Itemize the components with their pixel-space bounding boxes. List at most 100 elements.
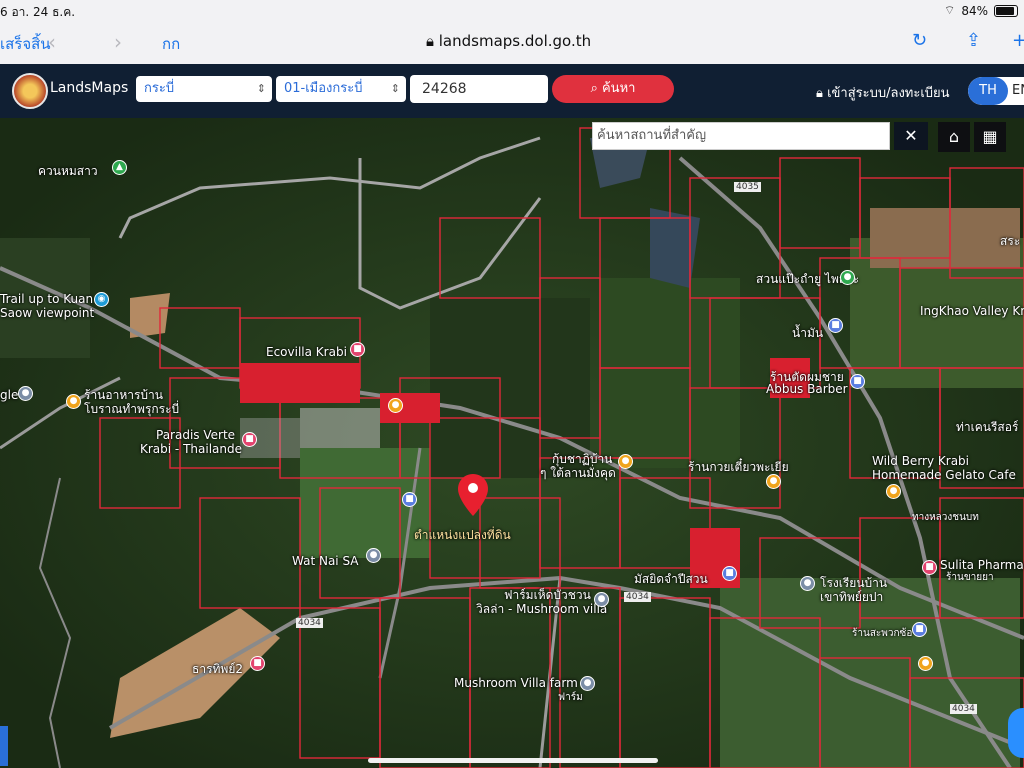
map-label: Saow viewpoint — [0, 306, 95, 320]
language-toggle[interactable]: TH EN — [968, 77, 1024, 105]
hotel-icon[interactable]: ■ — [242, 432, 257, 447]
map-label: Abbus Barber — [766, 382, 848, 396]
parcel-number-input[interactable]: 24268 — [410, 75, 548, 103]
map-label: ทางหลวงชนบท — [912, 512, 979, 523]
gas-station-icon[interactable]: ■ — [828, 318, 843, 333]
province-value: กระบี่ — [144, 81, 175, 96]
district-value: 01-เมืองกระบี่ — [284, 81, 363, 96]
school-icon[interactable]: ● — [800, 576, 815, 591]
map-label: โบราณทำพรุกระบี่ — [84, 402, 180, 416]
chevron-updown-icon: ⇕ — [256, 82, 266, 95]
map-label: วิลล่า - Mushroom villa — [476, 602, 608, 616]
map-label: มัสยิดจำปีสวน — [634, 572, 708, 586]
home-button[interactable]: ⌂ — [938, 122, 970, 152]
cafe-icon[interactable]: ● — [886, 484, 901, 499]
reader-text-button[interactable]: กก — [162, 32, 180, 56]
map-label: สระ — [1000, 234, 1021, 248]
landmark-search-input[interactable]: ค้นหาสถานที่สำคัญ — [592, 122, 890, 150]
shop-icon[interactable]: ■ — [912, 622, 927, 637]
map-label: Ecovilla Krabi — [266, 345, 347, 359]
temple-icon[interactable]: ● — [366, 548, 381, 563]
reload-icon[interactable]: ↻ — [912, 30, 927, 51]
login-label: เข้าสู่ระบบ/ลงทะเบียน — [827, 86, 950, 101]
restaurant-icon[interactable]: ● — [618, 454, 633, 469]
restaurant-icon[interactable]: ● — [66, 394, 81, 409]
hotel-icon[interactable]: ■ — [350, 342, 365, 357]
search-button[interactable]: ⌕ ค้นหา — [552, 75, 674, 103]
side-panel-tab[interactable] — [0, 726, 8, 766]
district-select[interactable]: 01-เมืองกระบี่ ⇕ — [276, 76, 406, 102]
park-icon[interactable]: ● — [840, 270, 855, 285]
pharmacy-icon[interactable]: ■ — [922, 560, 937, 575]
mountain-icon[interactable]: ▲ — [112, 160, 127, 175]
hotel-icon[interactable]: ■ — [250, 656, 265, 671]
farm-icon[interactable]: ● — [594, 592, 609, 607]
satellite-map[interactable]: ควนหมสาว ▲ Trail up to Kuan Saow viewpoi… — [0, 118, 1024, 768]
clear-search-button[interactable]: ✕ — [894, 122, 928, 150]
map-label: ควนหมสาว — [38, 164, 98, 178]
parcel-marker-icon[interactable] — [456, 472, 490, 518]
route-shield: 4034 — [950, 704, 977, 714]
lang-th-button[interactable]: TH — [968, 77, 1008, 105]
chevron-updown-icon: ⇕ — [390, 82, 400, 95]
map-label: น้ำมัน — [792, 326, 824, 340]
address-text: landsmaps.dol.go.th — [438, 32, 592, 50]
farm-icon[interactable]: ● — [580, 676, 595, 691]
map-label: IngKhao Valley Kr — [920, 304, 1024, 318]
map-label: เขาทิพย์ยปา — [820, 590, 884, 604]
back-icon[interactable]: ‹ — [48, 30, 56, 54]
home-indicator — [368, 758, 658, 763]
battery-icon — [994, 4, 1018, 17]
map-label: Wat Nai SA — [292, 554, 359, 568]
close-icon: ✕ — [904, 126, 918, 145]
landsmaps-header: LandsMaps กระบี่ ⇕ 01-เมืองกระบี่ ⇕ 2426… — [0, 64, 1024, 118]
map-label: ธารทิพย์2 — [192, 662, 243, 676]
camera-icon[interactable]: ◉ — [94, 292, 109, 307]
forward-icon[interactable]: › — [114, 30, 122, 54]
map-label: Wild Berry Krabi — [872, 454, 969, 468]
restaurant-icon[interactable]: ● — [388, 398, 403, 413]
route-shield: 4035 — [734, 182, 761, 192]
restaurant-icon[interactable]: ● — [766, 474, 781, 489]
parcel-location-label: ตำแหน่งแปลงที่ดิน — [414, 528, 511, 542]
home-icon: ⌂ — [948, 127, 960, 146]
place-icon[interactable]: ● — [18, 386, 33, 401]
map-label: Paradis Verte — [156, 428, 236, 442]
route-shield: 4034 — [624, 592, 651, 602]
done-button[interactable]: เสร็จสิ้น — [0, 32, 51, 56]
search-button-label: ค้นหา — [601, 81, 636, 96]
bare-soil — [870, 208, 1020, 268]
wifi-icon: ⌔ — [944, 3, 956, 17]
layers-button[interactable]: ▦ — [974, 122, 1006, 152]
app-name: LandsMaps — [50, 80, 129, 96]
restaurant-icon[interactable]: ● — [918, 656, 933, 671]
map-label: Krabi - Thailande — [140, 442, 242, 456]
map-label: ท่าเคนรีสอร์ — [956, 420, 1019, 434]
share-icon[interactable]: ⇪ — [966, 30, 981, 51]
map-label: Homemade Gelato Cafe — [872, 468, 1016, 482]
map-label: Trail up to Kuan — [0, 292, 94, 306]
school-icon[interactable]: ■ — [402, 492, 417, 507]
map-label: ฟาร์ม — [558, 692, 583, 703]
lock-icon: 🔒︎ — [816, 86, 823, 101]
map-label: ๆ ใต้ลานมั่งคุด — [540, 466, 616, 480]
route-shield: 4034 — [296, 618, 323, 628]
lang-en-button[interactable]: EN — [1012, 77, 1024, 105]
ios-status-bar: 6 อา. 24 ธ.ค. ⌔ 84% — [0, 0, 1024, 22]
map-action-button[interactable] — [1008, 708, 1024, 758]
map-label: ร้านขายยา — [946, 572, 994, 583]
grid-icon: ▦ — [982, 127, 998, 146]
add-tab-icon[interactable]: + — [1012, 30, 1024, 51]
status-time: 6 อา. 24 ธ.ค. — [0, 5, 76, 19]
shop-icon[interactable]: ■ — [850, 374, 865, 389]
plantation-patch — [600, 278, 740, 468]
map-label: gle — [0, 388, 19, 402]
status-right: ⌔ 84% — [944, 3, 1018, 18]
map-label: Mushroom Villa farm — [454, 676, 578, 690]
battery-percent: 84% — [961, 3, 988, 18]
province-select[interactable]: กระบี่ ⇕ — [136, 76, 272, 102]
login-link[interactable]: 🔒︎ เข้าสู่ระบบ/ลงทะเบียน — [816, 82, 950, 103]
address-bar[interactable]: 🔒︎ landsmaps.dol.go.th — [426, 32, 591, 50]
mosque-icon[interactable]: ■ — [722, 566, 737, 581]
dol-logo — [12, 73, 48, 109]
